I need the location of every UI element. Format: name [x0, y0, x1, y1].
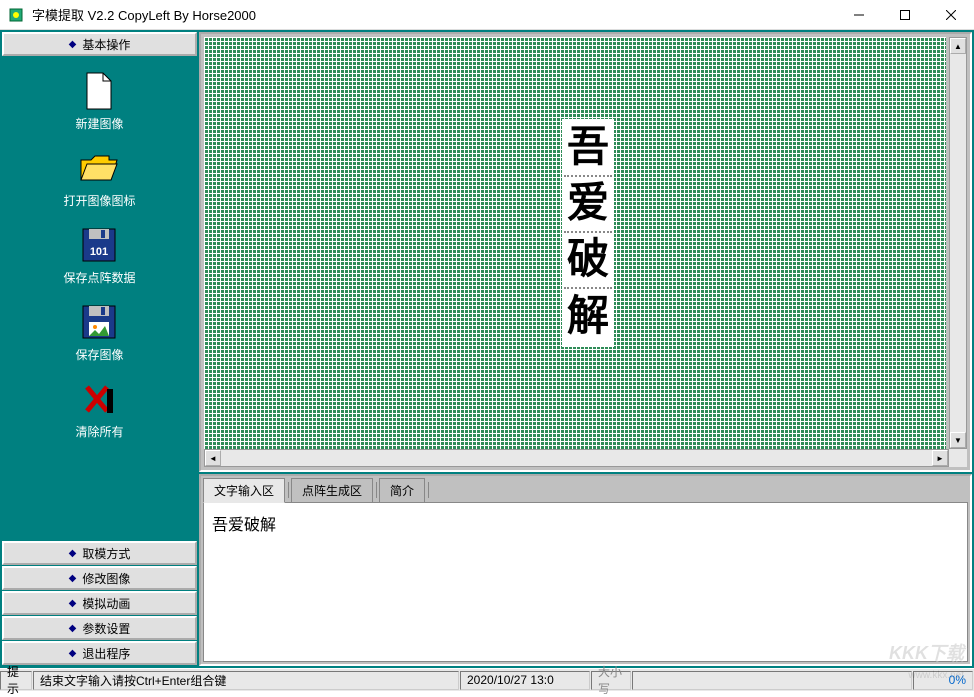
rendered-glyph: 吾: [564, 121, 612, 177]
diamond-icon: ◆: [69, 623, 77, 634]
canvas-panel: 吾 爱 破 解 ◄ ► ▲ ▼: [199, 32, 972, 472]
tool-label: 保存图像: [75, 346, 123, 363]
accordion-label: 修改图像: [82, 570, 130, 587]
tool-label: 新建图像: [75, 115, 123, 132]
rendered-glyph-strip: 吾 爱 破 解: [562, 119, 614, 347]
tool-label: 保存点阵数据: [63, 269, 135, 286]
svg-text:101: 101: [90, 246, 108, 258]
accordion-label: 模拟动画: [82, 595, 130, 612]
diamond-icon: ◆: [69, 39, 77, 50]
scroll-down-icon[interactable]: ▼: [950, 432, 966, 448]
tab-text-input[interactable]: 文字输入区: [203, 478, 285, 503]
tool-save-matrix[interactable]: 101 保存点阵数据: [59, 221, 139, 290]
new-image-icon: [79, 71, 119, 111]
accordion-body-basic: 新建图像 打开图像图标 101 保存点阵数据 保存图像: [2, 57, 197, 541]
rendered-glyph: 解: [564, 289, 612, 345]
minimize-button[interactable]: [836, 0, 882, 30]
sidebar: ◆ 基本操作 新建图像 打开图像图标 101 保存点阵数据: [2, 32, 197, 666]
scroll-corner: [949, 449, 967, 467]
floppy-matrix-icon: 101: [79, 225, 119, 265]
accordion-label: 退出程序: [82, 645, 130, 662]
accordion-animate[interactable]: ◆ 模拟动画: [2, 591, 197, 615]
close-button[interactable]: [928, 0, 974, 30]
rendered-glyph: 爱: [564, 177, 612, 233]
status-tip-label: 提示: [0, 671, 32, 690]
tool-open-image[interactable]: 打开图像图标: [59, 144, 139, 213]
scroll-right-icon[interactable]: ►: [932, 450, 948, 466]
status-caps: 大小写: [591, 671, 631, 690]
scroll-track[interactable]: [950, 54, 966, 432]
client-area: ◆ 基本操作 新建图像 打开图像图标 101 保存点阵数据: [0, 30, 974, 668]
tab-strip: 文字输入区 点阵生成区 简介: [203, 478, 968, 502]
tab-separator: [288, 482, 289, 498]
tab-separator: [376, 482, 377, 498]
accordion-modify[interactable]: ◆ 修改图像: [2, 566, 197, 590]
status-message: 结束文字输入请按Ctrl+Enter组合键: [33, 671, 459, 690]
tab-matrix-gen[interactable]: 点阵生成区: [291, 478, 373, 502]
tool-clear-all[interactable]: 清除所有: [71, 375, 127, 444]
scroll-up-icon[interactable]: ▲: [950, 38, 966, 54]
accordion-mode[interactable]: ◆ 取模方式: [2, 541, 197, 565]
tabs-panel: 文字输入区 点阵生成区 简介 吾爱破解: [199, 474, 972, 666]
status-percent: 0%: [913, 671, 973, 690]
diamond-icon: ◆: [69, 648, 77, 659]
window-title: 字模提取 V2.2 CopyLeft By Horse2000: [32, 5, 836, 24]
accordion-exit[interactable]: ◆ 退出程序: [2, 641, 197, 665]
tool-save-image[interactable]: 保存图像: [71, 298, 127, 367]
tool-new-image[interactable]: 新建图像: [71, 67, 127, 136]
tool-label: 打开图像图标: [63, 192, 135, 209]
scroll-left-icon[interactable]: ◄: [205, 450, 221, 466]
accordion-label: 取模方式: [82, 545, 130, 562]
maximize-button[interactable]: [882, 0, 928, 30]
horizontal-scrollbar[interactable]: ◄ ►: [204, 449, 949, 467]
titlebar: 字模提取 V2.2 CopyLeft By Horse2000: [0, 0, 974, 30]
diamond-icon: ◆: [69, 573, 77, 584]
tool-label: 清除所有: [75, 423, 123, 440]
app-icon: [8, 7, 24, 23]
status-datetime: 2020/10/27 13:0: [460, 671, 590, 690]
vertical-scrollbar[interactable]: ▲ ▼: [949, 37, 967, 449]
accordion-params[interactable]: ◆ 参数设置: [2, 616, 197, 640]
accordion-label: 基本操作: [82, 36, 130, 53]
folder-open-icon: [79, 148, 119, 188]
tab-about[interactable]: 简介: [379, 478, 425, 502]
clear-icon: [79, 379, 119, 419]
floppy-image-icon: [79, 302, 119, 342]
diamond-icon: ◆: [69, 548, 77, 559]
status-spacer: [632, 671, 912, 690]
tab-separator: [428, 482, 429, 498]
text-input-area[interactable]: 吾爱破解: [203, 502, 968, 662]
accordion-label: 参数设置: [82, 620, 130, 637]
main-area: 吾 爱 破 解 ◄ ► ▲ ▼ 文字输入区: [199, 32, 972, 666]
diamond-icon: ◆: [69, 598, 77, 609]
rendered-glyph: 破: [564, 233, 612, 289]
scroll-track[interactable]: [221, 450, 932, 466]
statusbar: 提示 结束文字输入请按Ctrl+Enter组合键 2020/10/27 13:0…: [0, 668, 974, 691]
accordion-basic-ops[interactable]: ◆ 基本操作: [2, 32, 197, 56]
